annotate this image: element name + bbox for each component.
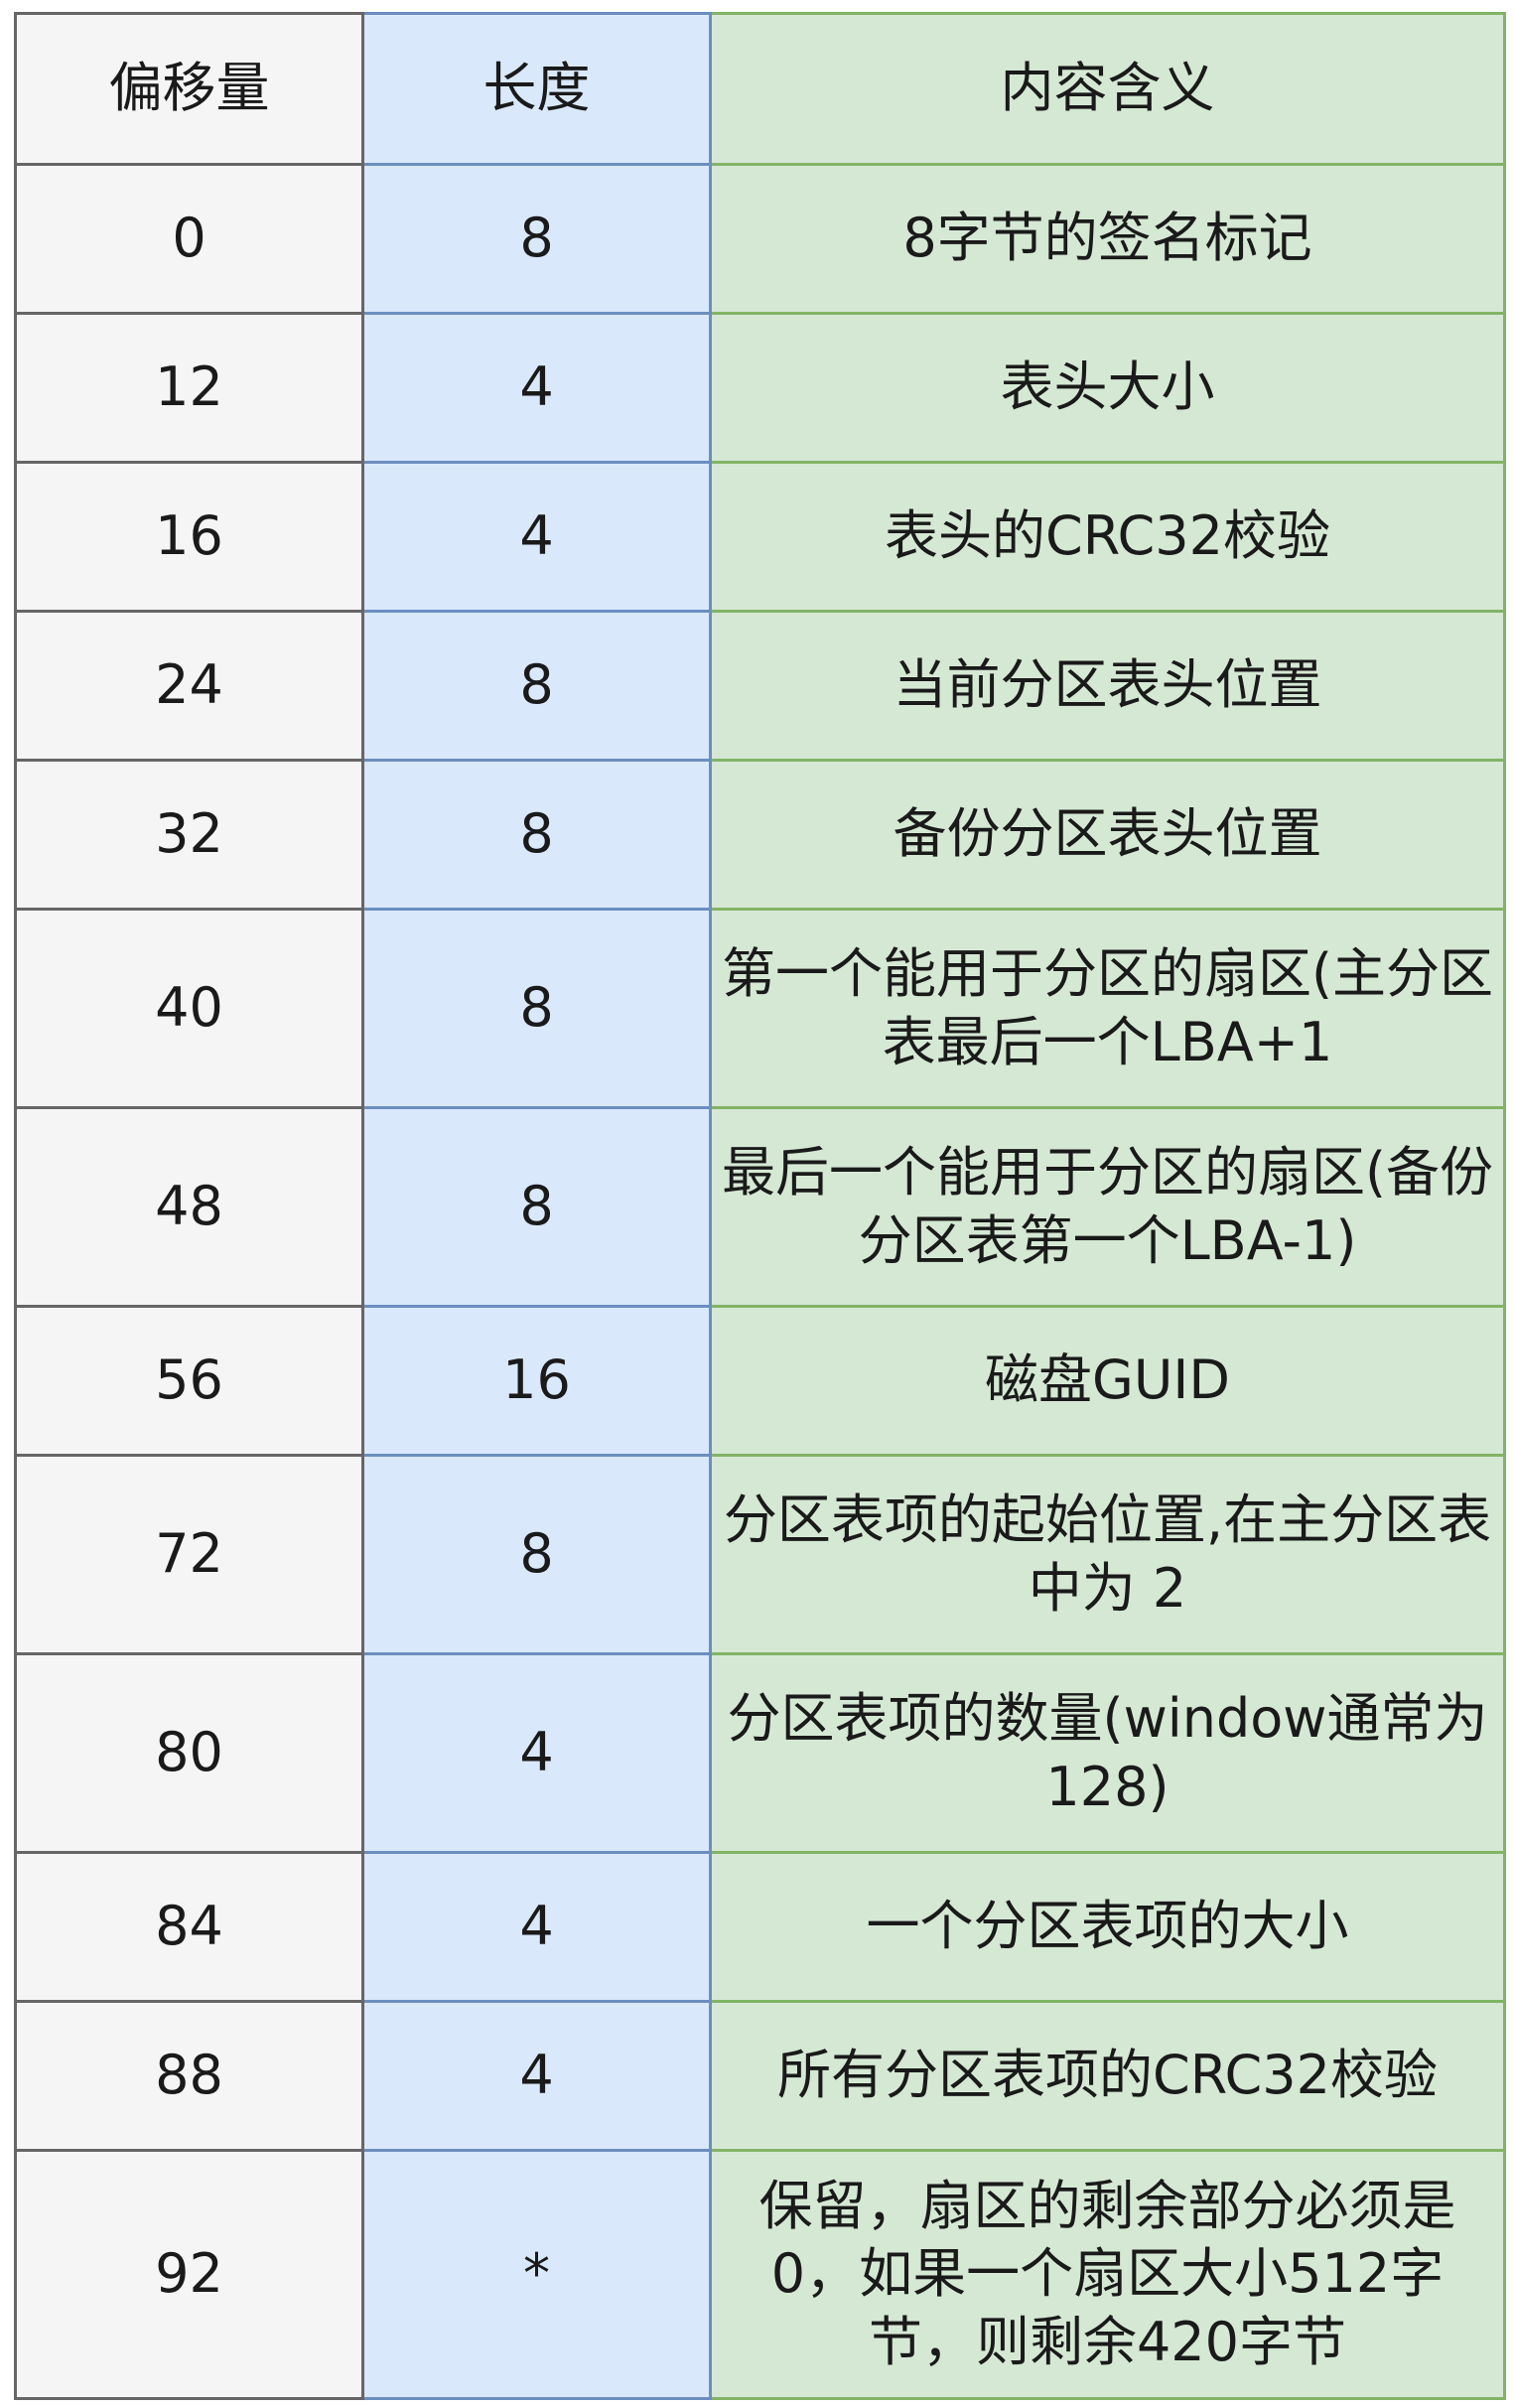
cell-meaning: 所有分区表项的CRC32校验 (709, 2000, 1506, 2152)
header-cell-meaning: 内容含义 (709, 12, 1506, 166)
cell-length: 4 (361, 1652, 712, 1854)
table-row: 92 * 保留，扇区的剩余部分必须是0，如果一个扇区大小512字节，则剩余420字节 (14, 2149, 1506, 2400)
gpt-header-table: 偏移量 长度 内容含义 0 8 8字节的签名标记 12 4 表头大小 16 4 表头的CRC32校验 2… (14, 12, 1506, 2400)
cell-length: 8 (361, 908, 712, 1109)
table-row: 80 4 分区表项的数量(window通常为128) (14, 1652, 1506, 1854)
cell-meaning: 保留，扇区的剩余部分必须是0，如果一个扇区大小512字节，则剩余420字节 (709, 2149, 1506, 2400)
cell-length: 8 (361, 759, 712, 911)
table-row: 24 8 当前分区表头位置 (14, 610, 1506, 762)
table-row: 84 4 一个分区表项的大小 (14, 1851, 1506, 2003)
cell-length: 4 (361, 2000, 712, 2152)
cell-length: 8 (361, 1454, 712, 1655)
table-row: 12 4 表头大小 (14, 312, 1506, 464)
cell-length: 16 (361, 1305, 712, 1457)
cell-meaning: 最后一个能用于分区的扇区(备份分区表第一个LBA-1) (709, 1106, 1506, 1308)
cell-offset: 40 (14, 908, 364, 1109)
cell-offset: 12 (14, 312, 364, 464)
cell-offset: 16 (14, 461, 364, 613)
cell-meaning: 当前分区表头位置 (709, 610, 1506, 762)
table-row: 40 8 第一个能用于分区的扇区(主分区表最后一个LBA+1 (14, 908, 1506, 1109)
cell-length: 8 (361, 163, 712, 315)
cell-offset: 48 (14, 1106, 364, 1308)
cell-offset: 72 (14, 1454, 364, 1655)
cell-offset: 24 (14, 610, 364, 762)
cell-meaning: 分区表项的起始位置,在主分区表中为 2 (709, 1454, 1506, 1655)
header-cell-length: 长度 (361, 12, 712, 166)
cell-length: 4 (361, 312, 712, 464)
table-row: 0 8 8字节的签名标记 (14, 163, 1506, 315)
cell-offset: 32 (14, 759, 364, 911)
cell-length: * (361, 2149, 712, 2400)
table-row: 56 16 磁盘GUID (14, 1305, 1506, 1457)
cell-length: 8 (361, 1106, 712, 1308)
cell-offset: 92 (14, 2149, 364, 2400)
cell-meaning: 一个分区表项的大小 (709, 1851, 1506, 2003)
table-row: 88 4 所有分区表项的CRC32校验 (14, 2000, 1506, 2152)
cell-length: 4 (361, 461, 712, 613)
table-body: 偏移量 长度 内容含义 0 8 8字节的签名标记 12 4 表头大小 16 4 表头的CRC32校验 2… (14, 12, 1506, 2400)
cell-meaning: 分区表项的数量(window通常为128) (709, 1652, 1506, 1854)
cell-offset: 80 (14, 1652, 364, 1854)
header-row: 偏移量 长度 内容含义 (14, 12, 1506, 166)
cell-meaning: 磁盘GUID (709, 1305, 1506, 1457)
header-cell-offset: 偏移量 (14, 12, 364, 166)
cell-meaning: 表头大小 (709, 312, 1506, 464)
cell-meaning: 表头的CRC32校验 (709, 461, 1506, 613)
cell-meaning: 8字节的签名标记 (709, 163, 1506, 315)
table-row: 48 8 最后一个能用于分区的扇区(备份分区表第一个LBA-1) (14, 1106, 1506, 1308)
cell-length: 4 (361, 1851, 712, 2003)
cell-offset: 84 (14, 1851, 364, 2003)
table-row: 32 8 备份分区表头位置 (14, 759, 1506, 911)
cell-length: 8 (361, 610, 712, 762)
cell-offset: 88 (14, 2000, 364, 2152)
cell-meaning: 备份分区表头位置 (709, 759, 1506, 911)
table-row: 16 4 表头的CRC32校验 (14, 461, 1506, 613)
cell-offset: 0 (14, 163, 364, 315)
table-row: 72 8 分区表项的起始位置,在主分区表中为 2 (14, 1454, 1506, 1655)
cell-meaning: 第一个能用于分区的扇区(主分区表最后一个LBA+1 (709, 908, 1506, 1109)
cell-offset: 56 (14, 1305, 364, 1457)
